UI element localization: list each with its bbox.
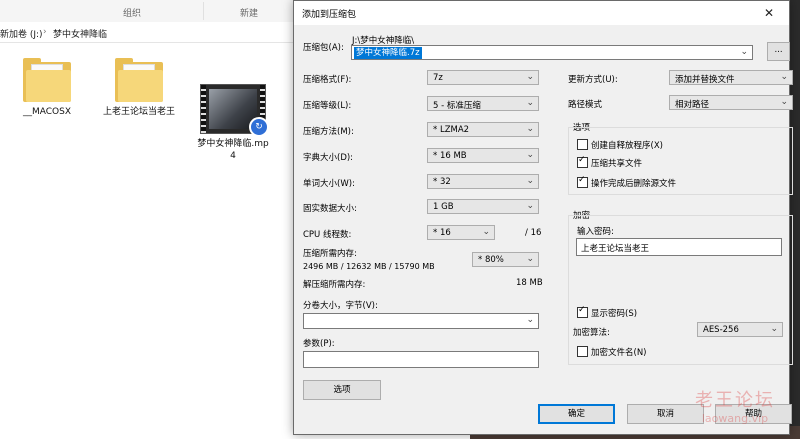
format-select[interactable]: 7z ⌄ [427, 70, 539, 85]
password-value: 上老王论坛当老王 [581, 244, 650, 254]
memory-value: 2496 MB / 12632 MB / 15790 MB [303, 262, 435, 271]
update-mode-label: 更新方式(U): [568, 75, 618, 85]
checkbox-box[interactable] [577, 305, 588, 318]
breadcrumb-separator-icon: › [43, 27, 47, 37]
cpu-threads-label: CPU 线程数: [303, 230, 352, 240]
solid-size-select[interactable]: 1 GB ⌄ [427, 199, 539, 214]
dictionary-label: 字典大小(D): [303, 153, 354, 163]
cpu-threads-value: * 16 [433, 228, 451, 238]
dialog-title: 添加到压缩包 [302, 10, 357, 20]
chevron-down-icon: ⌄ [526, 98, 534, 108]
word-size-value: * 32 [433, 177, 451, 187]
video-thumbnail-icon: ↻ [200, 84, 269, 137]
format-value: 7z [433, 73, 443, 83]
password-label: 输入密码: [577, 227, 614, 237]
browse-button[interactable]: ... [767, 42, 790, 61]
chevron-down-icon[interactable]: ⌄ [740, 47, 748, 57]
show-password-label: 显示密码(S) [591, 309, 638, 319]
file-name: __MACOSX [22, 107, 71, 117]
chevron-down-icon: ⌄ [780, 97, 788, 107]
breadcrumb-drive[interactable]: 新加卷 (J:) [0, 27, 43, 40]
watermark-line2: laowang.vip [701, 412, 769, 425]
cpu-threads-max: / 16 [525, 228, 542, 238]
chevron-down-icon: ⌄ [526, 201, 534, 211]
split-size-combo[interactable]: ⌄ [303, 313, 539, 329]
path-mode-label: 路径模式 [568, 100, 603, 110]
dialog-titlebar[interactable]: 添加到压缩包 ✕ [294, 1, 789, 25]
sync-icon: ↻ [249, 117, 269, 137]
chevron-down-icon: ⌄ [526, 254, 534, 264]
chevron-down-icon: ⌄ [780, 72, 788, 82]
parameters-input[interactable] [303, 351, 539, 368]
method-label: 压缩方法(M): [303, 127, 354, 137]
path-mode-select[interactable]: 相对路径 ⌄ [669, 95, 793, 110]
cpu-threads-select[interactable]: * 16 ⌄ [427, 225, 495, 240]
memory-percent-select[interactable]: * 80% ⌄ [472, 252, 539, 267]
encryption-method-label: 加密算法: [573, 328, 610, 338]
archive-name-combo[interactable]: 梦中女神降临.7z ⌄ [351, 45, 753, 60]
shared-files-label: 压缩共享文件 [591, 159, 643, 169]
chevron-down-icon: ⌄ [482, 227, 490, 237]
ribbon-group-organize[interactable]: 组织 [123, 6, 141, 19]
encryption-method-value: AES-256 [703, 325, 739, 335]
memory-label: 压缩所需内存: [303, 249, 357, 259]
checkbox-box[interactable] [577, 139, 588, 150]
update-mode-value: 添加并替换文件 [675, 75, 735, 85]
sfx-label: 创建自释放程序(X) [591, 141, 663, 151]
decompress-memory-label: 解压缩所需内存: [303, 280, 366, 290]
dictionary-value: * 16 MB [433, 151, 467, 161]
chevron-down-icon: ⌄ [526, 176, 534, 186]
file-item-folder[interactable]: 上老王论坛当老王 [102, 58, 176, 118]
encrypt-names-label: 加密文件名(N) [591, 348, 647, 358]
parameters-label: 参数(P): [303, 339, 335, 349]
encryption-method-select[interactable]: AES-256 ⌄ [697, 322, 783, 337]
file-item-macosx[interactable]: __MACOSX [10, 58, 84, 118]
options-button[interactable]: 选项 [303, 380, 381, 400]
checkbox-box[interactable] [577, 155, 588, 168]
chevron-down-icon: ⌄ [526, 150, 534, 160]
word-size-select[interactable]: * 32 ⌄ [427, 174, 539, 189]
method-value: * LZMA2 [433, 125, 470, 135]
folder-icon [23, 58, 71, 102]
ok-button[interactable]: 确定 [538, 404, 615, 424]
chevron-down-icon: ⌄ [770, 324, 778, 334]
folder-icon [115, 58, 163, 102]
format-label: 压缩格式(F): [303, 75, 352, 85]
level-value: 5 - 标准压缩 [433, 101, 481, 111]
file-name: 上老王论坛当老王 [102, 107, 175, 117]
watermark-logo: 老王论坛 laowang.vip [680, 386, 790, 425]
archive-label: 压缩包(A): [303, 43, 344, 53]
path-mode-value: 相对路径 [675, 100, 710, 110]
ribbon-group-new[interactable]: 新建 [240, 6, 258, 19]
solid-size-label: 固实数据大小: [303, 204, 357, 214]
file-name: 梦中女神降临.mp4 [197, 139, 269, 161]
decompress-memory-value: 18 MB [516, 278, 543, 288]
chevron-down-icon: ⌄ [526, 124, 534, 134]
memory-percent-value: * 80% [478, 255, 504, 265]
dictionary-select[interactable]: * 16 MB ⌄ [427, 148, 539, 163]
update-mode-select[interactable]: 添加并替换文件 ⌄ [669, 70, 793, 85]
split-label: 分卷大小，字节(V): [303, 301, 378, 311]
breadcrumb-folder[interactable]: 梦中女神降临 [53, 27, 107, 40]
chevron-down-icon: ⌄ [526, 72, 534, 82]
word-size-label: 单词大小(W): [303, 179, 355, 189]
level-select[interactable]: 5 - 标准压缩 ⌄ [427, 96, 539, 111]
delete-after-label: 操作完成后删除源文件 [591, 179, 677, 189]
chevron-down-icon[interactable]: ⌄ [526, 315, 534, 325]
password-input[interactable]: 上老王论坛当老王 [576, 238, 782, 256]
close-icon[interactable]: ✕ [755, 3, 783, 23]
checkbox-box[interactable] [577, 175, 588, 188]
archive-filename[interactable]: 梦中女神降临.7z [354, 47, 422, 59]
watermark-line1: 老王论坛 [695, 390, 775, 411]
add-to-archive-dialog: 添加到压缩包 ✕ 压缩包(A): J:\梦中女神降临\ 梦中女神降临.7z ⌄ … [293, 0, 793, 435]
level-label: 压缩等级(L): [303, 101, 352, 111]
solid-size-value: 1 GB [433, 202, 454, 212]
file-item-video[interactable]: ↻ 梦中女神降临.mp4 [196, 84, 270, 162]
method-select[interactable]: * LZMA2 ⌄ [427, 122, 539, 137]
checkbox-box[interactable] [577, 346, 588, 357]
